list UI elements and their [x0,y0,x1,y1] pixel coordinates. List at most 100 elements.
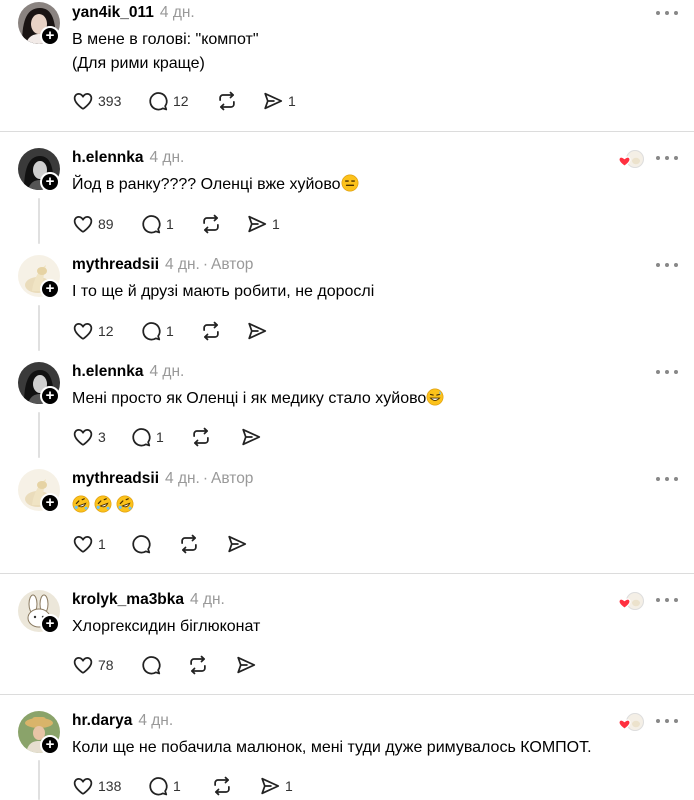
rolling-laughing-emoji [72,495,90,513]
post: + yan4ik_011 4 дн. В мене в голові: "комп… [0,0,694,130]
grinning-sweat-emoji [426,388,444,406]
more-dots-icon[interactable] [656,8,682,18]
like-count: 138 [98,778,122,794]
repost-arrows-icon [178,533,200,555]
follow-plus-icon[interactable]: + [40,614,60,634]
repost-arrows-icon [190,426,212,448]
like-button[interactable]: 89 [72,212,114,236]
reply-button[interactable] [140,653,162,677]
post-text-line: (Для рими краще) [72,55,205,72]
repost-arrows-icon [187,654,209,676]
timestamp[interactable]: 4 дн. [138,712,173,729]
username[interactable]: h.elennka [72,149,144,166]
reply-count: 1 [173,778,181,794]
follow-plus-icon[interactable]: + [40,735,60,755]
reply-button[interactable]: 1 [130,425,164,449]
post: + mythreadsii 4 дн. · Автор І то ще й друзі… [0,247,694,353]
repost-button[interactable] [178,532,200,556]
comment-bubble-icon [147,90,169,112]
reply-count: 1 [166,323,174,339]
like-button[interactable]: 138 [72,774,121,798]
post-header: krolyk_ma3bka 4 дн. [72,591,225,609]
repost-button[interactable] [216,89,238,113]
share-button[interactable]: 1 [259,774,293,798]
follow-plus-icon[interactable]: + [40,493,60,513]
rolling-laughing-emoji [94,495,112,513]
more-dots-icon[interactable] [656,474,682,484]
heart-outline-icon [72,90,94,112]
username[interactable]: mythreadsii [72,470,159,487]
comment-bubble-icon [147,775,169,797]
like-button[interactable]: 78 [72,653,114,677]
repost-arrows-icon [216,90,238,112]
heart-outline-icon [72,426,94,448]
username[interactable]: h.elennka [72,363,144,380]
repost-button[interactable] [200,212,222,236]
post-text: Мені просто як Оленці і як медику стало … [72,387,444,411]
share-count: 1 [288,93,296,109]
reply-count: 1 [166,216,174,232]
share-button[interactable] [235,653,257,677]
timestamp[interactable]: 4 дн. [150,363,185,380]
follow-plus-icon[interactable]: + [40,386,60,406]
like-button[interactable]: 393 [72,89,121,113]
post-header: hr.darya 4 дн. [72,712,173,730]
timestamp[interactable]: 4 дн. [165,470,200,487]
timestamp[interactable]: 4 дн. [150,149,185,166]
reply-button[interactable]: 1 [140,319,174,343]
more-dots-icon[interactable] [656,716,682,726]
share-button[interactable]: 1 [262,89,296,113]
comment-bubble-icon [140,320,162,342]
send-icon [246,320,268,342]
post-header: h.elennka 4 дн. [72,363,184,381]
follow-plus-icon[interactable]: + [40,26,60,46]
reply-button[interactable]: 1 [140,212,174,236]
timestamp[interactable]: 4 дн. [160,4,195,21]
separator-dot: · [202,256,209,273]
repost-arrows-icon [200,213,222,235]
more-dots-icon[interactable] [656,367,682,377]
share-button[interactable] [240,425,262,449]
repost-button[interactable] [187,653,209,677]
like-button[interactable]: 12 [72,319,114,343]
username[interactable]: hr.darya [72,712,132,729]
share-count: 1 [272,216,280,232]
follow-plus-icon[interactable]: + [40,172,60,192]
like-count: 78 [98,657,114,673]
like-count: 393 [98,93,122,109]
reply-button[interactable]: 1 [147,774,181,798]
post-text-line: Хлоргексидин біглюконат [72,618,261,635]
send-icon [259,775,281,797]
divider [0,131,694,132]
timestamp[interactable]: 4 дн. [190,591,225,608]
reply-button[interactable]: 12 [147,89,189,113]
author-badge: Автор [211,470,254,487]
send-icon [262,90,284,112]
more-dots-icon[interactable] [656,595,682,605]
follow-plus-icon[interactable]: + [40,279,60,299]
more-dots-icon[interactable] [656,260,682,270]
like-count: 89 [98,216,114,232]
send-icon [235,654,257,676]
more-dots-icon[interactable] [656,153,682,163]
repost-button[interactable] [200,319,222,343]
author-badge: Автор [211,256,254,273]
username[interactable]: yan4ik_011 [72,4,154,21]
username[interactable]: mythreadsii [72,256,159,273]
username[interactable]: krolyk_ma3bka [72,591,184,608]
repost-button[interactable] [190,425,212,449]
share-button[interactable] [246,319,268,343]
separator-dot: · [202,470,209,487]
timestamp[interactable]: 4 дн. [165,256,200,273]
divider [0,694,694,695]
liked-by-author-icon [617,591,645,611]
reply-button[interactable] [130,532,152,556]
share-button[interactable]: 1 [246,212,280,236]
comment-bubble-icon [140,654,162,676]
post: + h.elennka 4 дн. Мені просто як Оленці і… [0,354,694,460]
like-button[interactable]: 1 [72,532,106,556]
share-button[interactable] [226,532,248,556]
like-button[interactable]: 3 [72,425,106,449]
heart-outline-icon [72,654,94,676]
repost-button[interactable] [211,774,233,798]
